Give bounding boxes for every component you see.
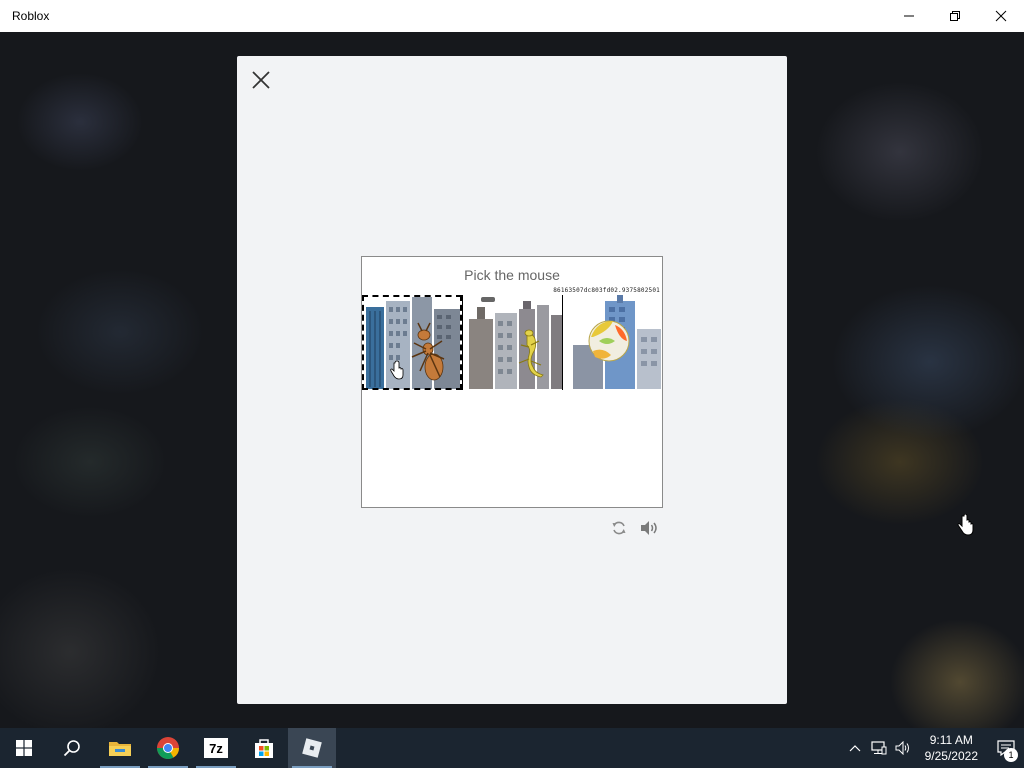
- 7zip-icon: 7z: [204, 738, 228, 758]
- taskbar-microsoft-store[interactable]: [240, 728, 288, 768]
- modal-close-button[interactable]: [249, 68, 273, 92]
- restore-icon: [950, 11, 960, 21]
- file-explorer-icon: [109, 742, 131, 756]
- close-icon: [995, 10, 1007, 22]
- action-center-button[interactable]: 1: [988, 728, 1024, 768]
- roblox-icon: [302, 738, 322, 758]
- captcha-token: 86163507dc803fd02.9375802501: [553, 287, 660, 294]
- minimize-button[interactable]: [886, 0, 932, 32]
- reload-challenge-button[interactable]: [609, 518, 629, 538]
- volume-icon: [895, 741, 909, 755]
- captcha-tile-ant[interactable]: [362, 295, 462, 390]
- reload-icon: [612, 521, 626, 535]
- captcha-prompt: Pick the mouse: [464, 267, 560, 283]
- clock-time: 9:11 AM: [929, 733, 973, 747]
- window-title: Roblox: [12, 9, 50, 23]
- show-hidden-icons-button[interactable]: [843, 728, 867, 768]
- captcha-tile-row: [362, 295, 662, 391]
- hand-cursor-icon: [957, 514, 974, 536]
- clock-date: 9/25/2022: [924, 749, 978, 763]
- captcha-tile-ball[interactable]: [562, 295, 662, 390]
- close-icon: [252, 71, 270, 89]
- volume-button[interactable]: [891, 728, 915, 768]
- system-tray: 9:11 AM 9/25/2022 1: [843, 728, 1024, 768]
- window-titlebar: Roblox: [0, 0, 1024, 32]
- taskbar-file-explorer[interactable]: [96, 728, 144, 768]
- ant-on-buildings-image: [366, 297, 460, 389]
- captcha-challenge: Pick the mouse 86163507dc803fd02.9375802…: [361, 256, 663, 508]
- windows-start-icon: [16, 740, 32, 756]
- minimize-icon: [904, 15, 914, 17]
- captcha-tile-lizard[interactable]: [462, 295, 562, 390]
- speaker-icon: [641, 521, 657, 535]
- taskbar: 7z 9:11 AM 9/25/2022 1: [0, 728, 1024, 768]
- microsoft-store-icon: [255, 739, 273, 758]
- search-icon: [63, 740, 80, 757]
- network-icon: [871, 741, 887, 755]
- captcha-tools: [609, 518, 659, 538]
- window-close-button[interactable]: [978, 0, 1024, 32]
- taskbar-roblox[interactable]: [288, 728, 336, 768]
- taskbar-clock[interactable]: 9:11 AM 9/25/2022: [915, 732, 988, 764]
- network-button[interactable]: [867, 728, 891, 768]
- taskbar-chrome[interactable]: [144, 728, 192, 768]
- restore-button[interactable]: [932, 0, 978, 32]
- chrome-icon: [157, 737, 179, 759]
- taskbar-7zip[interactable]: 7z: [192, 728, 240, 768]
- chevron-up-icon: [849, 745, 861, 752]
- ball-on-buildings-image: [573, 295, 661, 389]
- lizard-on-buildings-image: [469, 297, 562, 389]
- audio-challenge-button[interactable]: [639, 518, 659, 538]
- search-button[interactable]: [48, 728, 96, 768]
- captcha-modal: Pick the mouse 86163507dc803fd02.9375802…: [237, 56, 787, 704]
- notification-count-badge: 1: [1004, 748, 1018, 762]
- start-button[interactable]: [0, 728, 48, 768]
